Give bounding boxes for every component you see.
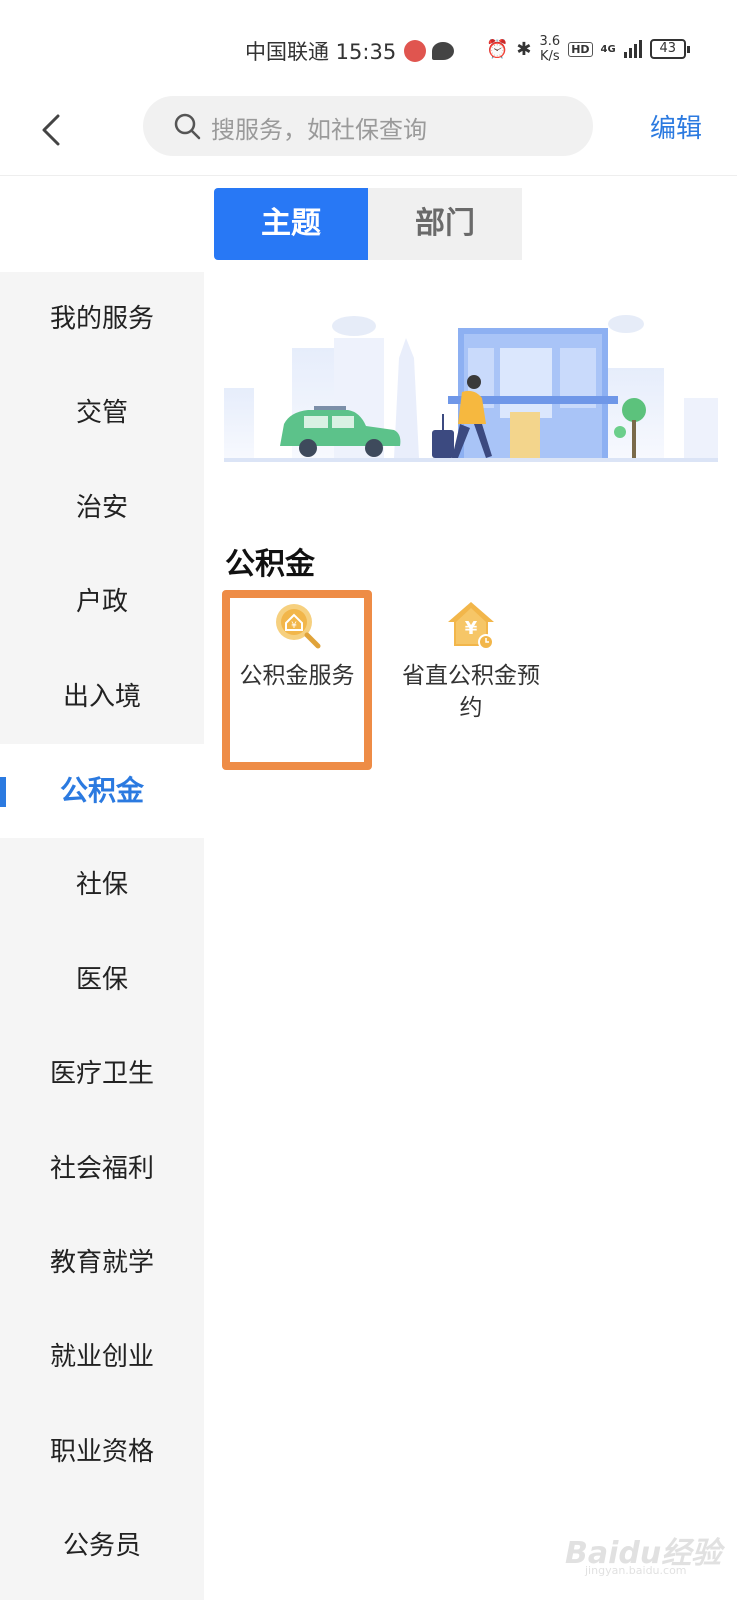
fund-search-icon: ¥ [276,604,321,649]
network-type: 4G [600,43,616,55]
tab-department[interactable]: 部门 [368,188,522,260]
category-sidebar: 我的服务 交管 治安 户政 出入境 公积金 社保 医保 医疗卫生 社会福利 教育… [0,272,204,1600]
network-speed: 3.6 K/s [540,34,561,64]
battery-icon: 43 [649,39,690,59]
sidebar-item-employment[interactable]: 就业创业 [0,1310,204,1404]
notification-badge-icon [404,40,426,62]
sidebar-item-social-security[interactable]: 社保 [0,838,204,932]
sidebar-item-housing-fund[interactable]: 公积金 [0,743,204,839]
bluetooth-icon: ✱ [516,38,532,60]
sidebar-item-civil-servant[interactable]: 公务员 [0,1499,204,1593]
sidebar-item-qualifications[interactable]: 职业资格 [0,1405,204,1499]
sidebar-item-my-services[interactable]: 我的服务 [0,272,204,366]
sidebar-item-healthcare[interactable]: 医疗卫生 [0,1027,204,1121]
search-input[interactable]: 搜服务，如社保查询 [143,96,593,156]
svg-text:¥: ¥ [465,618,478,639]
section-title: 公积金 [225,547,315,582]
search-placeholder: 搜服务，如社保查询 [211,116,427,144]
sidebar-item-household-registration[interactable]: 户政 [0,555,204,649]
carrier-time: 中国联通 15:35 [245,40,397,64]
city-banner-illustration [224,315,718,462]
network-speed-value: 3.6 [539,34,561,49]
sidebar-item-entry-exit[interactable]: 出入境 [0,650,204,744]
signal-icon [623,40,642,58]
system-icons: ⏰ ✱ 3.6 K/s HD 4G 43 [486,34,690,64]
header: 搜服务，如社保查询 编辑 [0,96,737,176]
alarm-icon: ⏰ [486,38,509,60]
provincial-fund-appointment-label: 省直公积金预约 [402,663,540,721]
back-arrow-icon[interactable] [34,110,74,150]
housing-fund-service-label: 公积金服务 [239,663,355,689]
sidebar-item-social-welfare[interactable]: 社会福利 [0,1122,204,1216]
fund-house-appointment-icon: ¥ [448,602,494,650]
view-switcher: 主题 部门 [214,188,522,260]
edit-button[interactable]: 编辑 [650,108,702,145]
chat-notification-icon [432,42,454,60]
provincial-fund-appointment-tile[interactable]: ¥ 省直公积金预约 [396,590,546,770]
search-icon [174,113,201,140]
hd-icon: HD [568,41,593,57]
sidebar-item-traffic[interactable]: 交管 [0,366,204,460]
svg-text:¥: ¥ [291,621,297,631]
network-speed-unit: K/s [540,49,560,64]
baidu-watermark: Baidu经验 jingyan.baidu.com [565,1518,725,1578]
housing-fund-service-tile[interactable]: ¥ 公积金服务 [222,590,372,770]
tab-topic[interactable]: 主题 [214,188,368,260]
watermark-site: jingyan.baidu.com [585,1564,687,1577]
sidebar-item-education[interactable]: 教育就学 [0,1216,204,1310]
status-bar: 中国联通 15:35 ⏰ ✱ 3.6 K/s HD 4G 43 [0,0,737,96]
sidebar-item-public-security[interactable]: 治安 [0,461,204,555]
sidebar-item-medical-insurance[interactable]: 医保 [0,933,204,1027]
